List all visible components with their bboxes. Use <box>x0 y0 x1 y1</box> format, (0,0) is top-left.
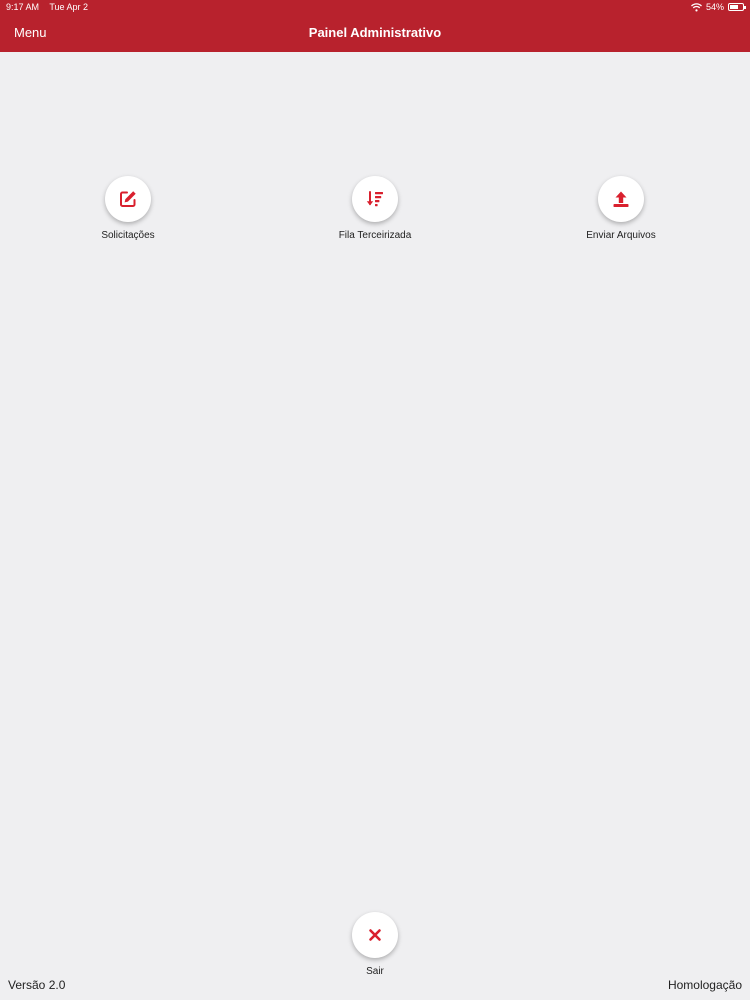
sair-button[interactable] <box>352 912 398 958</box>
fila-terceirizada-tile[interactable]: Fila Terceirizada <box>295 176 455 241</box>
fila-terceirizada-label: Fila Terceirizada <box>338 230 412 241</box>
navigation-bar: Menu Painel Administrativo <box>0 14 750 52</box>
sair-label: Sair <box>366 966 384 977</box>
enviar-arquivos-button[interactable] <box>598 176 644 222</box>
environment-label: Homologação <box>667 978 742 992</box>
solicitacoes-button[interactable] <box>105 176 151 222</box>
battery-percentage: 54% <box>705 2 724 12</box>
page-title: Painel Administrativo <box>308 25 442 40</box>
fila-terceirizada-button[interactable] <box>352 176 398 222</box>
sort-list-icon <box>366 191 383 207</box>
menu-button[interactable]: Menu <box>14 14 47 52</box>
solicitacoes-label: Solicitações <box>101 230 155 241</box>
wifi-icon <box>691 2 702 11</box>
battery-icon <box>728 3 746 11</box>
enviar-arquivos-label: Enviar Arquivos <box>586 230 656 241</box>
upload-icon <box>613 191 629 207</box>
status-bar: 9:17 AM Tue Apr 2 54% <box>0 0 750 14</box>
version-label: Versão 2.0 <box>8 978 66 992</box>
enviar-arquivos-tile[interactable]: Enviar Arquivos <box>541 176 701 241</box>
close-icon <box>369 929 381 941</box>
sair-tile[interactable]: Sair <box>295 912 455 977</box>
status-time: 9:17 AM <box>6 2 40 12</box>
solicitacoes-tile[interactable]: Solicitações <box>48 176 208 241</box>
edit-icon <box>120 191 136 207</box>
status-date: Tue Apr 2 <box>49 2 89 12</box>
